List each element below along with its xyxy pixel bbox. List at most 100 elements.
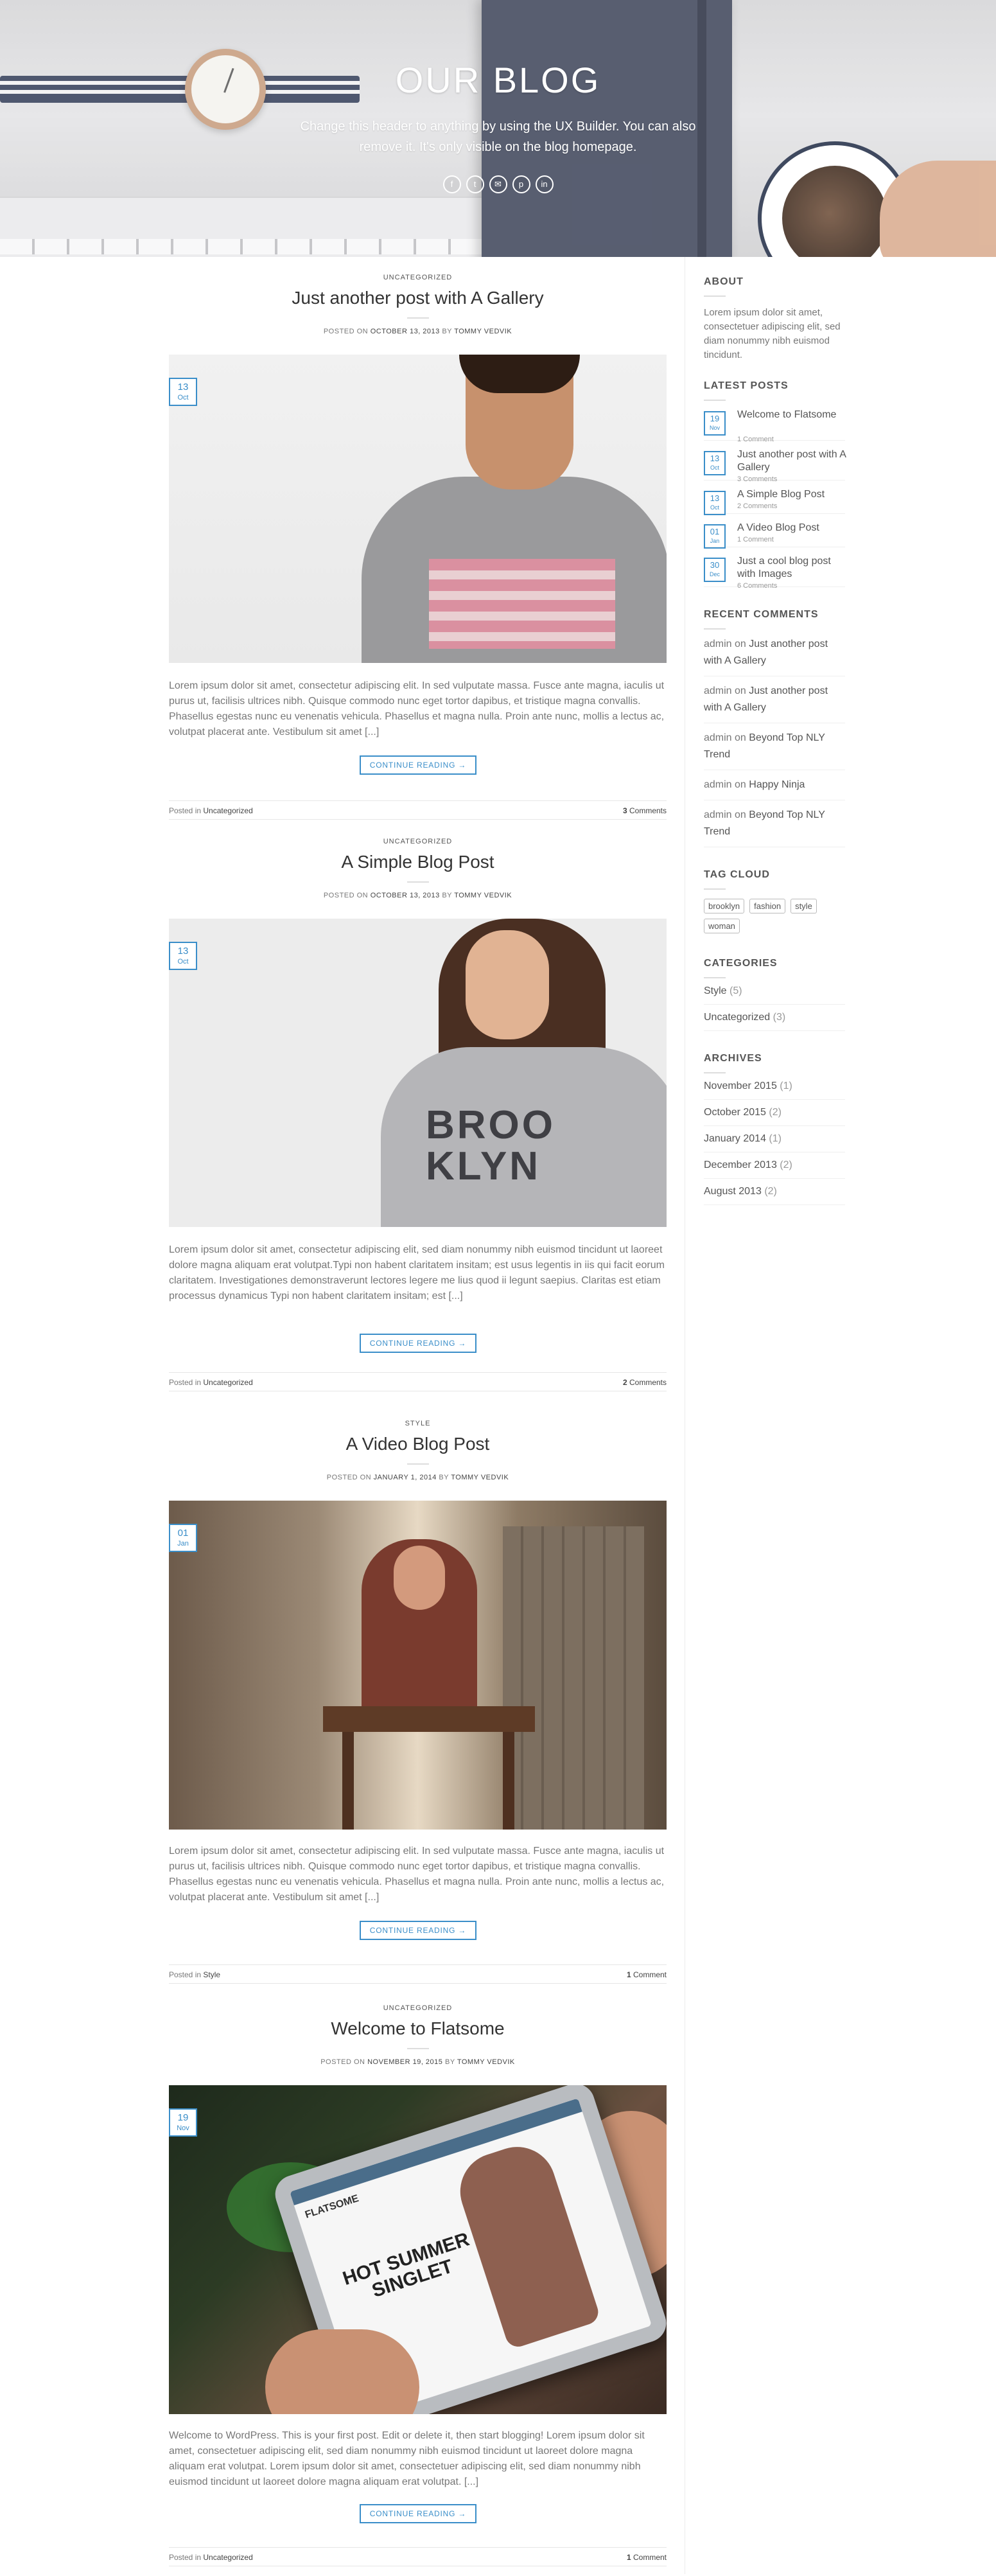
pinterest-icon[interactable]: p bbox=[512, 175, 530, 193]
post-category-link[interactable]: Uncategorized bbox=[203, 1378, 252, 1387]
post-title[interactable]: A Video Blog Post bbox=[169, 1434, 667, 1454]
post-author[interactable]: TOMMY VEDVIK bbox=[451, 1474, 509, 1481]
latest-post-comments: 1 Comment bbox=[737, 436, 774, 443]
blog-hero: OUR BLOG Change this header to anything … bbox=[0, 0, 996, 257]
categories-widget: CATEGORIES Style (5) Uncategorized (3) bbox=[704, 958, 845, 1031]
post-title[interactable]: Just another post with A Gallery bbox=[169, 288, 667, 308]
hero-title: OUR BLOG bbox=[395, 60, 601, 100]
post-category-link[interactable]: Style bbox=[203, 1970, 220, 1979]
archive-item[interactable]: October 2015 (2) bbox=[704, 1100, 845, 1126]
post-date-badge: 19 Nov bbox=[169, 2108, 197, 2137]
post-date[interactable]: NOVEMBER 19, 2015 bbox=[367, 2058, 442, 2066]
post-category[interactable]: STYLE bbox=[169, 1420, 667, 1427]
latest-post-item[interactable]: 30 Dec Just a cool blog post with Images … bbox=[704, 554, 846, 590]
post-category[interactable]: UNCATEGORIZED bbox=[169, 838, 667, 845]
archive-item[interactable]: August 2013 (2) bbox=[704, 1179, 845, 1205]
latest-post-item[interactable]: 13 Oct A Simple Blog Post 2 Comments bbox=[704, 487, 846, 515]
continue-reading-button[interactable]: CONTINUE READING → bbox=[360, 2504, 476, 2523]
recent-comment-link[interactable]: Happy Ninja bbox=[749, 779, 805, 790]
post-category[interactable]: UNCATEGORIZED bbox=[169, 2004, 667, 2012]
post-title[interactable]: Welcome to Flatsome bbox=[169, 2018, 667, 2039]
post-excerpt: Lorem ipsum dolor sit amet, consectetur … bbox=[169, 1846, 665, 1903]
post-meta: POSTED ON OCTOBER 13, 2013 BY TOMMY VEDV… bbox=[323, 328, 512, 335]
archive-item[interactable]: January 2014 (1) bbox=[704, 1126, 845, 1152]
widget-title: CATEGORIES bbox=[704, 958, 778, 969]
tag[interactable]: fashion bbox=[749, 899, 786, 913]
linkedin-icon[interactable]: in bbox=[535, 175, 554, 193]
latest-posts-widget: LATEST POSTS 19 Nov Welcome to Flatsome 1… bbox=[704, 380, 846, 590]
post-footer: Posted in Uncategorized 2 Comments bbox=[169, 1372, 667, 1391]
post-category[interactable]: UNCATEGORIZED bbox=[169, 274, 667, 281]
widget-title: RECENT COMMENTS bbox=[704, 609, 819, 620]
post-excerpt: Lorem ipsum dolor sit amet, consectetur … bbox=[169, 1244, 665, 1301]
post-meta: POSTED ON JANUARY 1, 2014 BY TOMMY VEDVI… bbox=[326, 1474, 509, 1481]
title-divider bbox=[406, 881, 429, 883]
post-comments-link[interactable]: 1 Comment bbox=[627, 2548, 667, 2567]
latest-post-item[interactable]: 13 Oct Just another post with A Gallery 3… bbox=[704, 447, 846, 483]
tablet-headline: HOT SUMMER SINGLET bbox=[340, 2228, 472, 2302]
latest-post-title[interactable]: Welcome to Flatsome bbox=[737, 409, 846, 421]
post-date-badge: 01 Jan bbox=[169, 1524, 197, 1552]
post-excerpt: Welcome to WordPress. This is your first… bbox=[169, 2430, 645, 2487]
latest-post-title[interactable]: A Video Blog Post bbox=[737, 522, 846, 534]
continue-reading-button[interactable]: CONTINUE READING → bbox=[360, 1921, 476, 1940]
latest-post-comments: 3 Comments bbox=[737, 475, 778, 483]
post-image[interactable]: BROO KLYN 13 Oct bbox=[169, 919, 667, 1227]
post-date[interactable]: JANUARY 1, 2014 bbox=[374, 1474, 437, 1481]
post-author[interactable]: TOMMY VEDVIK bbox=[454, 892, 512, 899]
post-footer: Posted in Style 1 Comment bbox=[169, 1964, 667, 1984]
continue-reading-button[interactable]: CONTINUE READING → bbox=[360, 755, 476, 775]
about-text: Lorem ipsum dolor sit amet, consectetuer… bbox=[704, 307, 841, 360]
post-excerpt: Lorem ipsum dolor sit amet, consectetur … bbox=[169, 680, 665, 737]
widget-title: ABOUT bbox=[704, 276, 744, 287]
latest-post-title[interactable]: Just a cool blog post with Images bbox=[737, 555, 846, 581]
post-comments-link[interactable]: 2 Comments bbox=[623, 1373, 667, 1392]
email-icon[interactable]: ✉ bbox=[489, 175, 507, 193]
latest-post-title[interactable]: Just another post with A Gallery bbox=[737, 448, 846, 474]
post-title[interactable]: A Simple Blog Post bbox=[169, 852, 667, 872]
post-comments-link[interactable]: 1 Comment bbox=[627, 1965, 667, 1984]
widget-title: ARCHIVES bbox=[704, 1053, 762, 1064]
recent-comment: admin on Beyond Top NLY Trend bbox=[704, 800, 845, 847]
post-category-link[interactable]: Uncategorized bbox=[203, 2553, 252, 2562]
recent-comments-widget: RECENT COMMENTS admin on Just another po… bbox=[704, 609, 845, 847]
title-divider bbox=[406, 317, 429, 319]
social-icons: f t ✉ p in bbox=[0, 175, 996, 193]
tag[interactable]: brooklyn bbox=[704, 899, 745, 913]
archive-item[interactable]: November 2015 (1) bbox=[704, 1073, 845, 1100]
archive-item[interactable]: December 2013 (2) bbox=[704, 1152, 845, 1179]
latest-post-comments: 6 Comments bbox=[737, 582, 778, 590]
post-image[interactable]: 01 Jan bbox=[169, 1501, 667, 1830]
blog-post: UNCATEGORIZED Welcome to Flatsome POSTED… bbox=[169, 2004, 667, 2576]
facebook-icon[interactable]: f bbox=[442, 175, 461, 193]
blog-post: UNCATEGORIZED A Simple Blog Post POSTED … bbox=[169, 838, 667, 1397]
latest-post-comments: 2 Comments bbox=[737, 502, 778, 510]
title-divider bbox=[406, 2048, 429, 2049]
latest-post-item[interactable]: 01 Jan A Video Blog Post 1 Comment bbox=[704, 520, 846, 549]
category-item[interactable]: Uncategorized (3) bbox=[704, 1005, 845, 1031]
widget-title: LATEST POSTS bbox=[704, 380, 789, 391]
tag[interactable]: woman bbox=[704, 919, 740, 933]
post-meta: POSTED ON OCTOBER 13, 2013 BY TOMMY VEDV… bbox=[323, 892, 512, 899]
recent-comment: admin on Beyond Top NLY Trend bbox=[704, 723, 845, 770]
latest-post-item[interactable]: 19 Nov Welcome to Flatsome 1 Comment bbox=[704, 407, 846, 443]
post-date[interactable]: OCTOBER 13, 2013 bbox=[371, 328, 440, 335]
hero-description: Change this header to anything by using … bbox=[300, 119, 696, 154]
tag[interactable]: style bbox=[791, 899, 817, 913]
post-date[interactable]: OCTOBER 13, 2013 bbox=[371, 892, 440, 899]
post-image[interactable]: 13 Oct bbox=[169, 355, 667, 663]
recent-comment: admin on Just another post with A Galler… bbox=[704, 630, 845, 676]
continue-reading-button[interactable]: CONTINUE READING → bbox=[360, 1334, 476, 1353]
post-image[interactable]: FLATSOME HOT SUMMER SINGLET 19 Nov bbox=[169, 2085, 667, 2414]
post-category-link[interactable]: Uncategorized bbox=[203, 806, 252, 815]
latest-post-title[interactable]: A Simple Blog Post bbox=[737, 488, 846, 501]
category-item[interactable]: Style (5) bbox=[704, 978, 845, 1005]
hero-content: OUR BLOG Change this header to anything … bbox=[0, 59, 996, 193]
post-comments-link[interactable]: 3 Comments bbox=[623, 801, 667, 820]
post-footer: Posted in Uncategorized 1 Comment bbox=[169, 2547, 667, 2566]
twitter-icon[interactable]: t bbox=[466, 175, 484, 193]
post-author[interactable]: TOMMY VEDVIK bbox=[457, 2058, 515, 2066]
post-footer: Posted in Uncategorized 3 Comments bbox=[169, 800, 667, 820]
post-author[interactable]: TOMMY VEDVIK bbox=[454, 328, 512, 335]
tag-list: brooklyn fashion style woman bbox=[704, 899, 845, 933]
